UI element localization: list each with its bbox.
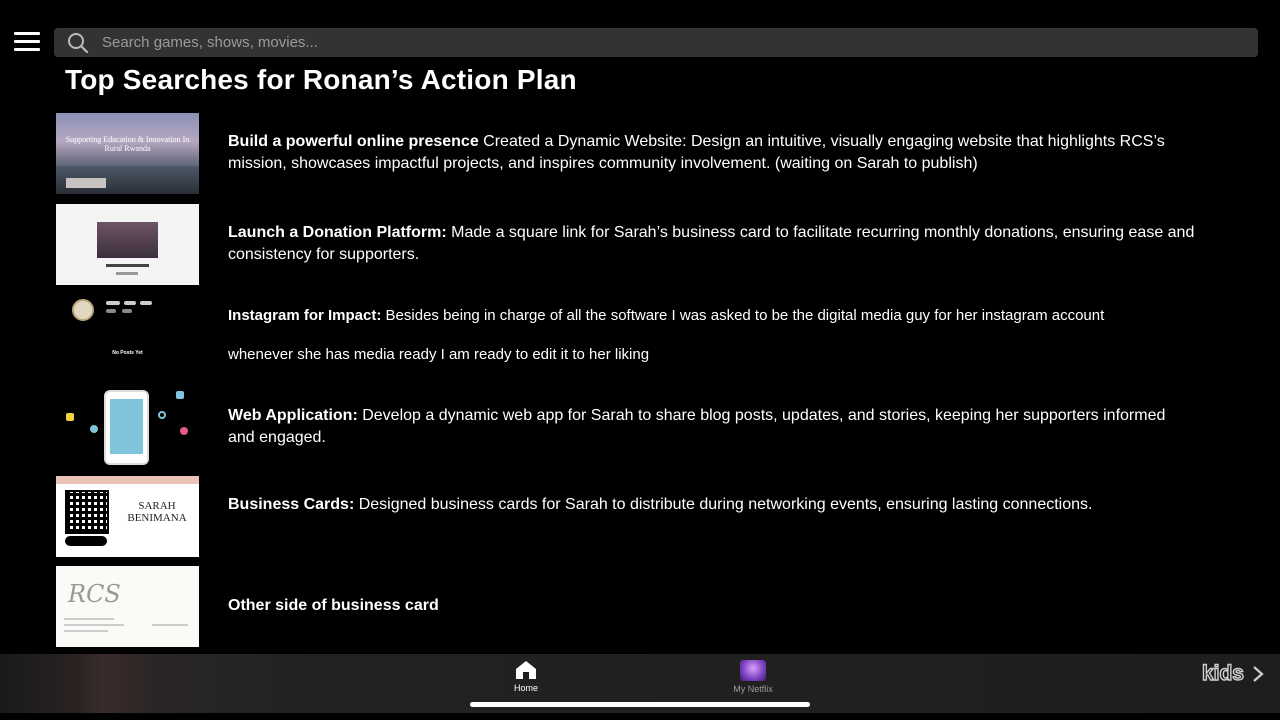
- list-item[interactable]: Web Application: Develop a dynamic web a…: [56, 385, 1236, 466]
- thumbnail-donation[interactable]: [56, 204, 199, 285]
- thumbnail-business-card[interactable]: SARAH BENIMANA: [56, 476, 199, 557]
- list-item-title: Build a powerful online presence: [228, 133, 479, 150]
- list-item-text: Web Application: Develop a dynamic web a…: [228, 405, 1196, 449]
- list-item[interactable]: SARAH BENIMANA Business Cards: Designed …: [56, 476, 1236, 557]
- chevron-right-icon: [1253, 666, 1264, 682]
- list-item-description: Besides being in charge of all the softw…: [381, 307, 1105, 324]
- list-item-title: Other side of business card: [228, 597, 439, 614]
- list-item[interactable]: Supporting Education & Innovation In Rur…: [56, 113, 1236, 194]
- thumbnail-caption: No Posts Yet: [112, 350, 143, 356]
- search-input[interactable]: [102, 34, 1202, 51]
- list-item-description: Develop a dynamic web app for Sarah to s…: [228, 407, 1166, 446]
- list-item-text: Instagram for Impact: Besides being in c…: [228, 305, 1196, 327]
- thumbnail-web-app[interactable]: [56, 385, 199, 466]
- thumbnail-caption: SARAH BENIMANA: [127, 500, 187, 524]
- qr-code-icon: [65, 490, 109, 534]
- list-item-description: Designed business cards for Sarah to dis…: [354, 496, 1093, 513]
- page-title: Top Searches for Ronan’s Action Plan: [65, 64, 577, 95]
- nav-my-netflix-label: My Netflix: [733, 684, 773, 694]
- nav-home[interactable]: Home: [496, 660, 556, 693]
- nav-home-label: Home: [513, 683, 538, 693]
- list-item-text: Launch a Donation Platform: Made a squar…: [228, 222, 1196, 266]
- home-icon: [516, 661, 536, 679]
- list-item-text: Other side of business card: [228, 595, 1196, 617]
- hamburger-menu-icon[interactable]: [14, 30, 40, 52]
- home-indicator[interactable]: [470, 702, 810, 707]
- list-item-text: Build a powerful online presence Created…: [228, 131, 1196, 175]
- thumbnail-caption: RCS: [68, 580, 121, 608]
- list-item-title: Business Cards:: [228, 496, 355, 513]
- list-item-title: Web Application:: [228, 407, 358, 424]
- list-item[interactable]: No Posts Yet Instagram for Impact: Besid…: [56, 295, 1236, 376]
- avatar: [740, 660, 766, 681]
- list-item-text: Business Cards: Designed business cards …: [228, 494, 1196, 516]
- nav-my-netflix[interactable]: My Netflix: [723, 660, 783, 694]
- search-bar[interactable]: [54, 28, 1258, 57]
- list-item-text-continued: whenever she has media ready I am ready …: [228, 346, 650, 363]
- thumbnail-instagram[interactable]: No Posts Yet: [56, 295, 199, 376]
- list-item-title: Launch a Donation Platform:: [228, 224, 447, 241]
- list-item-title: Instagram for Impact:: [228, 307, 382, 324]
- list-item[interactable]: RCS Other side of business card: [56, 566, 1236, 647]
- thumbnail-website[interactable]: Supporting Education & Innovation In Rur…: [56, 113, 199, 194]
- thumbnail-caption: Supporting Education & Innovation In Rur…: [65, 135, 190, 153]
- kids-button[interactable]: kids: [1201, 661, 1264, 686]
- search-icon: [66, 31, 90, 55]
- thumbnail-business-card-back[interactable]: RCS: [56, 566, 199, 647]
- list-item[interactable]: Launch a Donation Platform: Made a squar…: [56, 204, 1236, 285]
- kids-label: kids: [1201, 661, 1244, 685]
